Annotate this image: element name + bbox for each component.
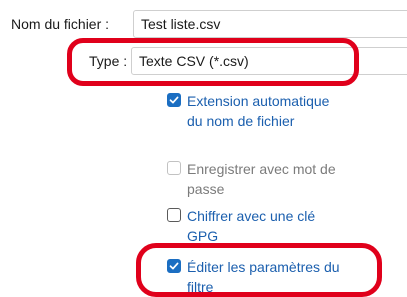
save-with-password-checkbox[interactable]	[167, 161, 181, 175]
edit-filter-settings-checkbox[interactable]	[167, 259, 181, 273]
edit-filter-settings-label: Éditer les paramètres du filtre	[187, 259, 340, 295]
auto-extension-label: Extension automatique du nom de fichier	[187, 93, 330, 129]
encrypt-gpg-checkbox[interactable]	[167, 208, 181, 222]
save-with-password-option[interactable]: Enregistrer avec mot de passe	[167, 159, 347, 199]
auto-extension-option[interactable]: Extension automatique du nom de fichier	[167, 91, 347, 131]
save-with-password-label: Enregistrer avec mot de passe	[187, 161, 336, 197]
checkmark-icon	[169, 262, 179, 270]
filename-label: Nom du fichier :	[11, 16, 110, 32]
auto-extension-checkbox[interactable]	[167, 93, 181, 107]
type-label: Type :	[89, 53, 128, 69]
edit-filter-settings-option[interactable]: Éditer les paramètres du filtre	[167, 257, 357, 297]
filename-input[interactable]: Test liste.csv	[133, 10, 407, 38]
encrypt-gpg-label: Chiffrer avec une clé GPG	[187, 208, 316, 244]
encrypt-gpg-option[interactable]: Chiffrer avec une clé GPG	[167, 206, 347, 246]
type-select[interactable]: Texte CSV (*.csv)	[131, 47, 407, 75]
checkmark-icon	[169, 96, 179, 104]
